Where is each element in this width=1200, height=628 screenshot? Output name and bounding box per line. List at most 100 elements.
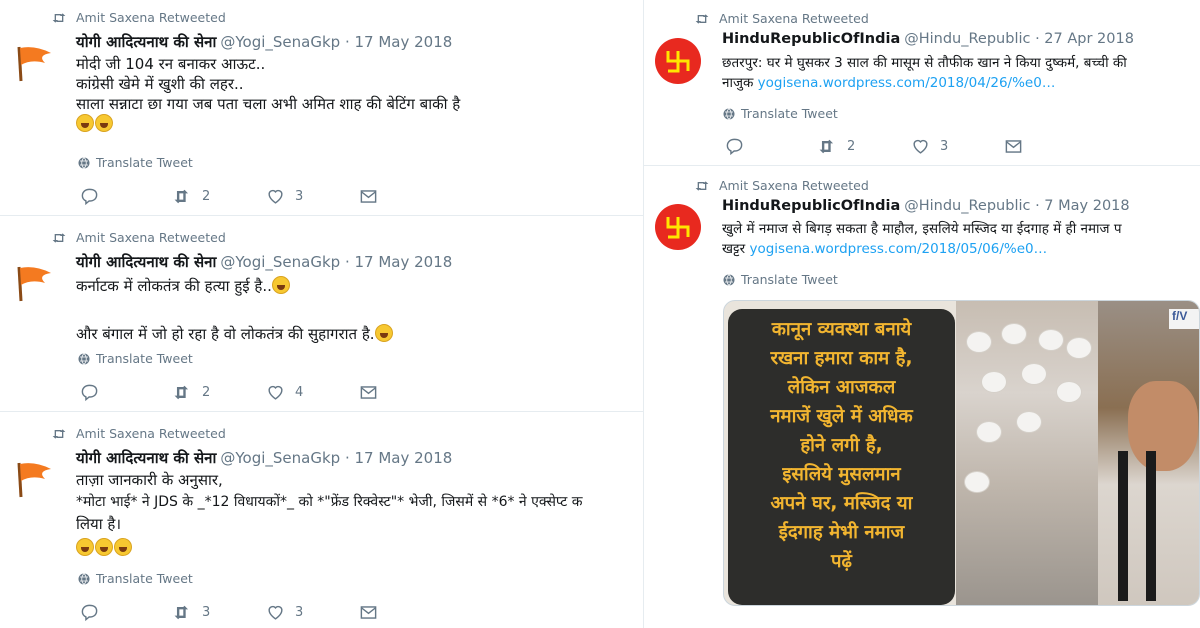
image-tag: f/V <box>1169 309 1199 329</box>
heart-icon <box>268 385 283 400</box>
dm-button[interactable] <box>359 187 452 206</box>
tweet-text: कर्नाटक में लोकतंत्र की हत्या हुई है.. औ… <box>76 274 394 346</box>
tweet[interactable]: Amit Saxena Retweeted योगी आदित्यनाथ की … <box>0 216 643 412</box>
envelope-icon <box>1005 140 1022 153</box>
cap <box>1001 323 1027 345</box>
avatar[interactable] <box>10 260 56 306</box>
display-name[interactable]: योगी आदित्यनाथ की सेना <box>76 33 216 51</box>
reply-button[interactable] <box>80 603 173 622</box>
like-button[interactable]: 3 <box>266 187 359 206</box>
dm-button[interactable] <box>1004 137 1097 156</box>
display-name[interactable]: HinduRepublicOfIndia <box>722 31 900 47</box>
reply-button[interactable] <box>725 137 818 156</box>
tweet-header: योगी आदित्यनाथ की सेना @Yogi_SenaGkp · 17… <box>76 32 452 52</box>
dm-button[interactable] <box>359 383 452 402</box>
globe-icon <box>78 572 90 585</box>
translate-tweet-link[interactable]: Translate Tweet <box>78 155 193 170</box>
tweet-line: कांग्रेसी खेमे में खुशी की लहर.. <box>76 75 244 93</box>
retweet-count: 3 <box>202 605 211 620</box>
tweet-line: मोदी जी 104 रन बनाकर आऊट.. <box>76 55 266 73</box>
translate-tweet-link[interactable]: Translate Tweet <box>723 106 838 121</box>
tweet-line: ताज़ा जानकारी के अनुसार, <box>76 471 223 489</box>
retweet-icon <box>52 428 66 439</box>
tweet-line: साला सन्नाटा छा गया जब पता चला अभी अमित … <box>76 95 461 113</box>
overlay-line: ईदगाह मेभी नमाज <box>778 522 905 543</box>
tweet-line: नाजुक yogisena.wordpress.com/2018/04/26/… <box>722 73 1127 93</box>
avatar[interactable] <box>10 40 56 86</box>
like-button[interactable]: 3 <box>266 603 359 622</box>
flag-icon <box>17 266 51 302</box>
like-count: 3 <box>295 605 304 620</box>
tweet-header: योगी आदित्यनाथ की सेना @Yogi_SenaGkp · 17… <box>76 448 452 468</box>
reply-button[interactable] <box>80 187 173 206</box>
thinking-emoji-icon <box>271 276 290 294</box>
retweet-context: Amit Saxena Retweeted <box>52 426 226 441</box>
laughing-emoji-icon <box>95 114 113 132</box>
tweet[interactable]: Amit Saxena Retweeted HinduRepublicOfInd… <box>643 0 1200 166</box>
overlay-line: लेकिन आजकल <box>787 377 896 398</box>
tweet[interactable]: Amit Saxena Retweeted योगी आदित्यनाथ की … <box>0 0 643 216</box>
globe-icon <box>78 352 90 365</box>
tweet-actions: 2 4 <box>80 383 452 402</box>
like-button[interactable]: 3 <box>911 137 1004 156</box>
overlay-line: नमाजें खुले में अधिक <box>770 406 913 427</box>
retweet-context: Amit Saxena Retweeted <box>52 10 226 25</box>
tweet-line: और बंगाल में जो हो रहा है वो लोकतंत्र की… <box>76 322 394 346</box>
reply-button[interactable] <box>80 383 173 402</box>
retweet-button[interactable]: 3 <box>173 603 266 622</box>
handle-date[interactable]: @Hindu_Republic · 7 May 2018 <box>904 198 1129 214</box>
tweet-header: HinduRepublicOfIndia @Hindu_Republic · 27… <box>722 31 1134 47</box>
like-count: 3 <box>940 139 949 154</box>
tweet[interactable]: Amit Saxena Retweeted योगी आदित्यनाथ की … <box>0 412 643 628</box>
dm-button[interactable] <box>359 603 452 622</box>
tweet-actions: 2 3 <box>80 187 452 206</box>
laughing-emoji-icon <box>76 114 94 132</box>
tweet-link[interactable]: yogisena.wordpress.com/2018/05/06/%e0… <box>749 241 1047 257</box>
retweeted-by[interactable]: Amit Saxena Retweeted <box>719 11 869 26</box>
tweet-actions: 3 3 <box>80 603 452 622</box>
translate-tweet-link[interactable]: Translate Tweet <box>723 272 838 287</box>
retweet-button[interactable]: 2 <box>818 137 911 156</box>
avatar[interactable] <box>655 204 701 250</box>
handle-date[interactable]: @Yogi_SenaGkp · 17 May 2018 <box>220 33 452 51</box>
tweet-line-text: कर्नाटक में लोकतंत्र की हत्या हुई है.. <box>76 277 272 295</box>
translate-tweet-link[interactable]: Translate Tweet <box>78 571 193 586</box>
tweet-text: छतरपुर: घर मे घुसकर 3 साल की मासूम से तौ… <box>722 53 1127 93</box>
retweeted-by[interactable]: Amit Saxena Retweeted <box>76 426 226 441</box>
handle-date[interactable]: @Hindu_Republic · 27 Apr 2018 <box>904 31 1134 47</box>
avatar[interactable] <box>10 456 56 502</box>
tweet-link[interactable]: yogisena.wordpress.com/2018/04/26/%e0… <box>758 75 1056 91</box>
heart-icon <box>268 605 283 620</box>
retweet-button[interactable]: 2 <box>173 383 266 402</box>
cap <box>981 371 1007 393</box>
display-name[interactable]: योगी आदित्यनाथ की सेना <box>76 449 216 467</box>
retweeted-by[interactable]: Amit Saxena Retweeted <box>76 10 226 25</box>
retweeted-by[interactable]: Amit Saxena Retweeted <box>719 178 869 193</box>
retweet-icon <box>174 605 189 620</box>
display-name[interactable]: HinduRepublicOfIndia <box>722 198 900 214</box>
avatar[interactable] <box>655 38 701 84</box>
tweet-line: लिया है। <box>76 515 122 533</box>
tweet-header: HinduRepublicOfIndia @Hindu_Republic · 7 … <box>722 198 1130 214</box>
reply-icon <box>81 604 98 622</box>
retweet-count: 2 <box>202 189 211 204</box>
like-button[interactable]: 4 <box>266 383 359 402</box>
overlay-line: होने लगी है, <box>800 435 883 456</box>
tears-of-joy-emoji-icon <box>76 538 94 556</box>
retweet-icon <box>52 232 66 243</box>
tweet-text: ताज़ा जानकारी के अनुसार, *मोटा भाई* ने J… <box>76 469 583 559</box>
like-count: 3 <box>295 189 304 204</box>
translate-tweet-link[interactable]: Translate Tweet <box>78 351 193 366</box>
reply-icon <box>726 138 743 156</box>
handle-date[interactable]: @Yogi_SenaGkp · 17 May 2018 <box>220 253 452 271</box>
cap <box>964 471 990 493</box>
retweet-button[interactable]: 2 <box>173 187 266 206</box>
handle-date[interactable]: @Yogi_SenaGkp · 17 May 2018 <box>220 449 452 467</box>
microphone <box>1118 451 1128 601</box>
tweet-media-image[interactable]: f/V कानून व्यवस्था बनाये रखना हमारा काम … <box>723 300 1200 606</box>
overlay-line: रखना हमारा काम है, <box>770 348 913 369</box>
cap <box>1038 329 1064 351</box>
retweet-count: 2 <box>202 385 211 400</box>
retweeted-by[interactable]: Amit Saxena Retweeted <box>76 230 226 245</box>
display-name[interactable]: योगी आदित्यनाथ की सेना <box>76 253 216 271</box>
